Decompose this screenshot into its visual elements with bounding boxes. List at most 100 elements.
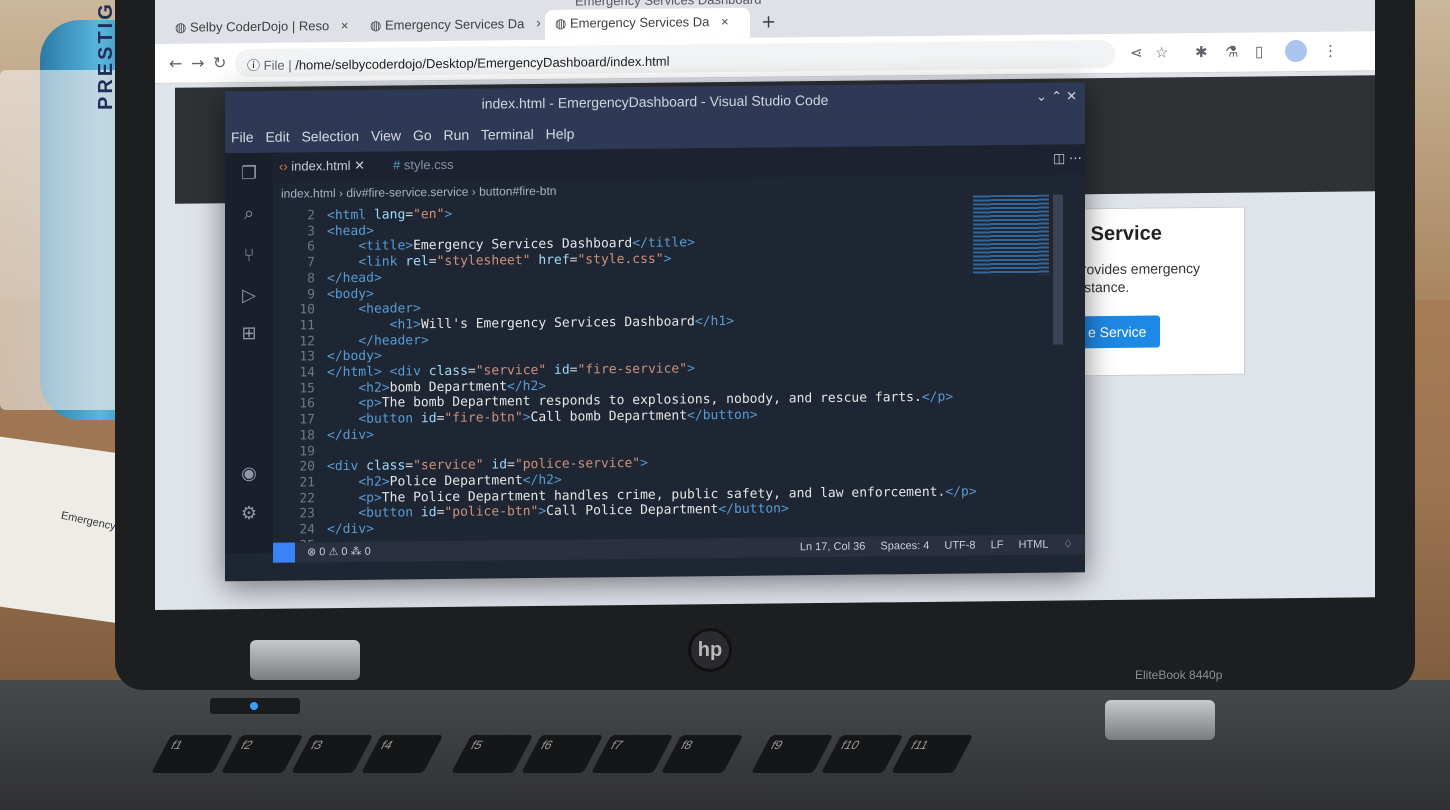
close-icon[interactable]: × (721, 14, 729, 29)
line-number: 16 (299, 396, 315, 412)
model-label: EliteBook 8440p (1135, 668, 1223, 682)
key-f5[interactable]: f5 (451, 735, 534, 773)
line-number: 15 (299, 381, 315, 397)
source-control-icon[interactable]: ⑂ (237, 245, 261, 269)
call-service-button[interactable]: e Service (1074, 315, 1161, 349)
cursor-position[interactable]: Ln 17, Col 36 (800, 541, 865, 554)
line-number: 20 (299, 459, 315, 475)
key-f4[interactable]: f4 (361, 735, 444, 773)
menu-run[interactable]: Run (444, 127, 470, 143)
code-line: </body> (327, 348, 382, 365)
menu-help[interactable]: Help (546, 126, 575, 142)
extensions-icon[interactable]: ⊞ (237, 323, 261, 347)
new-tab-button[interactable]: + (761, 11, 776, 32)
menu-kebab-icon[interactable]: ⋮ (1323, 42, 1338, 60)
line-ending[interactable]: LF (991, 539, 1004, 551)
menu-view[interactable]: View (371, 127, 401, 143)
menu-selection[interactable]: Selection (301, 128, 359, 145)
tab-style-css[interactable]: # style.css (393, 157, 454, 173)
account-icon[interactable]: ◉ (237, 463, 261, 487)
laptop-screen: Emergency Services Dashboard ◍ Selby Cod… (155, 0, 1375, 611)
remote-indicator[interactable] (273, 542, 295, 563)
key-f3[interactable]: f3 (291, 735, 374, 773)
vscode-window: index.html - EmergencyDashboard - Visual… (225, 82, 1085, 582)
key-f8[interactable]: f8 (661, 735, 744, 773)
address-scheme: File (263, 57, 285, 73)
code-line: </header> (358, 332, 429, 349)
line-number: 7 (307, 255, 315, 271)
share-icon[interactable]: ⋖ (1130, 44, 1143, 62)
run-debug-icon[interactable]: ▷ (237, 285, 261, 309)
breadcrumb-file[interactable]: index.html (281, 186, 336, 201)
settings-gear-icon[interactable]: ⚙ (237, 503, 261, 527)
problems-indicator[interactable]: ⊗ 0 ⚠ 0 ⁂ 0 (307, 546, 371, 559)
encoding[interactable]: UTF-8 (944, 539, 975, 551)
profile-avatar[interactable] (1285, 39, 1307, 63)
css-file-icon: # (393, 157, 404, 173)
menu-go[interactable]: Go (413, 127, 432, 143)
keyboard: f1 f2 f3 f4 f5 f6 f7 f8 f9 f10 f11 (129, 735, 1352, 810)
breadcrumb-div[interactable]: div#fire-service.service (346, 185, 468, 200)
side-panel-icon[interactable]: ▯ (1255, 42, 1263, 60)
power-button[interactable] (210, 698, 300, 714)
explorer-icon[interactable]: ❐ (237, 163, 261, 187)
line-number: 3 (307, 224, 315, 240)
key-f7[interactable]: f7 (591, 735, 674, 773)
back-arrow-icon[interactable]: ← (169, 54, 182, 73)
forward-arrow-icon[interactable]: → (191, 53, 204, 72)
minimap[interactable] (973, 194, 1049, 276)
line-number: 6 (307, 239, 315, 255)
close-icon[interactable]: × (341, 18, 349, 33)
breadcrumb-button[interactable]: button#fire-btn (479, 184, 556, 199)
browser-tab-coderdojo[interactable]: ◍ Selby CoderDojo | Reso × (165, 12, 355, 44)
key-f2[interactable]: f2 (221, 735, 304, 773)
html-file-icon: ‹› (279, 158, 292, 174)
browser-tab-dashboard-active[interactable]: ◍ Emergency Services Da × (545, 7, 750, 40)
notifications-bell-icon[interactable]: ♢ (1063, 538, 1073, 550)
line-number: 19 (299, 443, 315, 459)
line-number: 9 (307, 286, 315, 302)
extensions-icon[interactable]: ✱ (1195, 43, 1208, 61)
close-icon[interactable]: × (536, 16, 540, 31)
key-f10[interactable]: f10 (821, 735, 904, 773)
code-line: </head> (327, 270, 382, 286)
language-mode[interactable]: HTML (1019, 539, 1049, 551)
line-number: 14 (299, 365, 315, 381)
code-line: <html lang="en"> (327, 206, 453, 224)
service-card-title: e Service (1074, 222, 1162, 246)
line-number: 10 (299, 302, 315, 318)
lab-flask-icon[interactable]: ⚗ (1225, 43, 1238, 61)
key-f6[interactable]: f6 (521, 735, 604, 773)
code-line: <div class="service" id="police-service"… (327, 456, 648, 475)
left-hinge (250, 640, 360, 680)
search-icon[interactable]: ⌕ (237, 203, 261, 227)
close-icon[interactable]: ✕ (354, 158, 365, 173)
key-f9[interactable]: f9 (751, 735, 834, 773)
key-f11[interactable]: f11 (891, 735, 974, 773)
code-line: <link rel="stylesheet" href="style.css"> (358, 251, 672, 270)
code-line: </div> (327, 427, 374, 443)
line-number: 12 (299, 333, 315, 350)
globe-icon: ◍ (370, 17, 385, 33)
split-editor-icon[interactable]: ◫ ⋯ (1053, 150, 1082, 166)
menu-terminal[interactable]: Terminal (481, 126, 534, 143)
line-number: 18 (299, 428, 315, 444)
indentation[interactable]: Spaces: 4 (880, 540, 929, 553)
reload-icon[interactable]: ↻ (213, 53, 226, 72)
breadcrumb: index.html › div#fire-service.service › … (281, 183, 557, 201)
window-controls[interactable]: ⌄ ⌃ ✕ (1036, 82, 1077, 112)
menu-edit[interactable]: Edit (265, 129, 289, 145)
menu-file[interactable]: File (231, 129, 254, 145)
code-line: <body> (327, 286, 374, 302)
line-number: 22 (299, 490, 315, 507)
address-bar[interactable]: ⓘ File | /home/selbycoderdojo/Desktop/Em… (235, 39, 1115, 78)
hp-logo: hp (688, 628, 732, 672)
code-line: <button id="fire-btn">Call bomb Departme… (358, 407, 758, 427)
line-number: 23 (299, 506, 315, 522)
editor-scrollbar[interactable] (1053, 194, 1063, 345)
star-icon[interactable]: ☆ (1155, 43, 1168, 61)
tab-index-html[interactable]: ‹› index.html ✕ (279, 158, 365, 175)
browser-tab-dashboard-1[interactable]: ◍ Emergency Services Da × (360, 10, 540, 42)
code-editor[interactable]: 2 <html lang="en"> 3 <head> 6 <title>Emergen… (273, 195, 1043, 553)
activity-bar: ❐ ⌕ ⑂ ▷ ⊞ ◉ ⚙ (225, 152, 273, 554)
